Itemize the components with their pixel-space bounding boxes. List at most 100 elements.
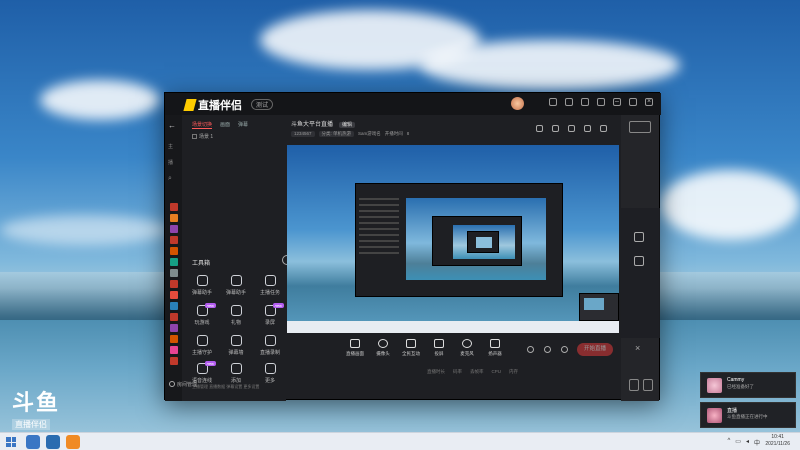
chevron-up-icon[interactable]: ^ [727, 438, 730, 447]
rail-thumb[interactable] [170, 225, 178, 233]
message-icon[interactable] [549, 98, 557, 106]
tool-item[interactable]: 直播录制 [254, 335, 286, 356]
avatar[interactable] [511, 97, 524, 110]
bag-icon[interactable] [552, 125, 559, 132]
action-screen[interactable]: 直播画面 [341, 337, 369, 363]
expand-icon[interactable] [629, 379, 639, 391]
action-camera[interactable]: 摄像头 [369, 337, 397, 363]
category-chip[interactable]: 分类: 单机热游 [318, 131, 355, 137]
action-cast[interactable]: 投屏 [425, 337, 453, 363]
tool-item[interactable]: 录屏 new [254, 303, 286, 326]
action-interact[interactable]: 全民互动 [397, 337, 425, 363]
side-button[interactable] [629, 121, 651, 133]
screenshot-icon[interactable] [568, 125, 575, 132]
tool-icon [230, 335, 242, 346]
rail-thumb[interactable] [170, 324, 178, 332]
tool-item[interactable]: 主播守护 [186, 335, 218, 356]
action-mic[interactable]: 麦克风 [453, 337, 481, 363]
action-speaker[interactable]: 扬声器 [481, 337, 509, 363]
status-item: 内存 [509, 369, 519, 374]
rail-thumb[interactable] [170, 236, 178, 244]
tool-item[interactable]: 礼物 [220, 305, 252, 326]
tool-item[interactable]: 玩游戏 new [186, 303, 218, 326]
start-button[interactable] [6, 437, 16, 447]
close-icon[interactable]: × [645, 98, 653, 106]
stream-meta: 1234567 分类: 单机热游 Sam游戏名 开播时间 8 [291, 131, 409, 137]
tab-scene[interactable]: 场景切换 [192, 121, 213, 129]
rail-thumb[interactable] [170, 247, 178, 255]
bell-icon[interactable] [584, 125, 591, 132]
stream-title[interactable]: 斗鱼大平台直播 编辑 [291, 122, 356, 128]
rail-thumb[interactable] [170, 335, 178, 343]
record-icon[interactable] [527, 346, 534, 353]
clock[interactable]: 10:41 2021/11/26 [765, 434, 790, 448]
rail-thumb[interactable] [170, 280, 178, 288]
rail-thumb[interactable] [170, 291, 178, 299]
room-manage-button[interactable]: 房间管理 [169, 381, 197, 388]
checkbox-icon[interactable] [192, 134, 197, 139]
tool-icon [264, 363, 276, 374]
rail-thumb[interactable] [170, 302, 178, 310]
gift-icon[interactable] [536, 125, 543, 132]
tool-item[interactable]: 主播任务 [254, 275, 286, 296]
rail-thumb[interactable] [170, 357, 178, 365]
rail-thumb[interactable] [170, 313, 178, 321]
gamepad-icon[interactable] [634, 232, 644, 242]
volume-icon[interactable]: ◂ [746, 438, 749, 447]
stream-preview[interactable] [287, 145, 619, 333]
rail-room-icon[interactable]: 播 [168, 159, 173, 166]
settings-icon[interactable] [565, 98, 573, 106]
search-icon[interactable]: ⌕ [168, 175, 172, 183]
network-icon[interactable]: ▭ [735, 438, 741, 447]
tab-danmaku[interactable]: 弹幕 [238, 121, 248, 129]
nested-app-window-3 [467, 231, 499, 253]
taskbar-app-icon[interactable] [26, 435, 40, 449]
tool-label: 直播录制 [259, 350, 280, 356]
watermark-sub: 直播伴侣 [12, 419, 50, 430]
tool-item[interactable]: 添加 [220, 363, 252, 384]
close-panel-icon[interactable]: × [635, 343, 640, 353]
tool-item[interactable]: 更多 [254, 363, 286, 384]
maximize-icon[interactable] [629, 98, 637, 106]
rail-thumb[interactable] [170, 269, 178, 277]
more-icon[interactable] [643, 379, 653, 391]
menu-icon[interactable] [597, 98, 605, 106]
interact-icon [406, 339, 416, 348]
rail-thumb[interactable] [170, 346, 178, 354]
dot-icon[interactable] [544, 346, 551, 353]
bottom-link[interactable]: 弹幕设置 [226, 384, 242, 389]
version-badge[interactable]: 测试 [251, 99, 274, 110]
rail-thumb[interactable] [170, 214, 178, 222]
speaker-icon [490, 339, 500, 348]
share-icon[interactable] [600, 125, 607, 132]
bottom-link[interactable]: 更多设置 [243, 384, 259, 389]
tool-label: 更多 [264, 378, 275, 384]
rail-thumb[interactable] [170, 203, 178, 211]
tab-picture[interactable]: 画面 [220, 121, 230, 129]
start-live-button[interactable]: 开始直播 [577, 343, 613, 356]
title-bar[interactable]: 直播伴侣 测试 – × [165, 93, 661, 115]
app-logo: 直播伴侣 [183, 97, 242, 113]
scene-item[interactable]: 场景 1 [192, 133, 213, 140]
action-label: 直播画面 [346, 351, 364, 356]
room-icon [169, 381, 175, 387]
back-icon[interactable]: ← [168, 121, 176, 130]
skin-icon[interactable] [581, 98, 589, 106]
taskbar-app-icon[interactable] [46, 435, 60, 449]
settings-gear-icon[interactable] [561, 346, 568, 353]
edit-button[interactable]: 编辑 [339, 122, 356, 128]
ime-icon[interactable]: 中 [754, 438, 760, 447]
rail-live-icon[interactable]: 主 [168, 143, 173, 150]
taskbar-app-icon[interactable] [66, 435, 80, 449]
star-icon[interactable] [634, 256, 644, 266]
status-item: 直播时长 [427, 369, 445, 374]
rail-thumb[interactable] [170, 258, 178, 266]
tool-item[interactable]: 弹幕助手 [186, 275, 218, 296]
tool-item[interactable]: 弹幕墙 [220, 335, 252, 356]
tool-item[interactable]: 弹幕助手 [220, 275, 252, 296]
bottom-link[interactable]: 直播数据 [209, 384, 225, 389]
notification[interactable]: Cammy 已经准备好了 [700, 372, 796, 398]
notification[interactable]: 直播 斗鱼直播正在进行中 [700, 402, 796, 428]
minimize-icon[interactable]: – [613, 98, 621, 106]
rail-thumbnails [170, 203, 179, 368]
